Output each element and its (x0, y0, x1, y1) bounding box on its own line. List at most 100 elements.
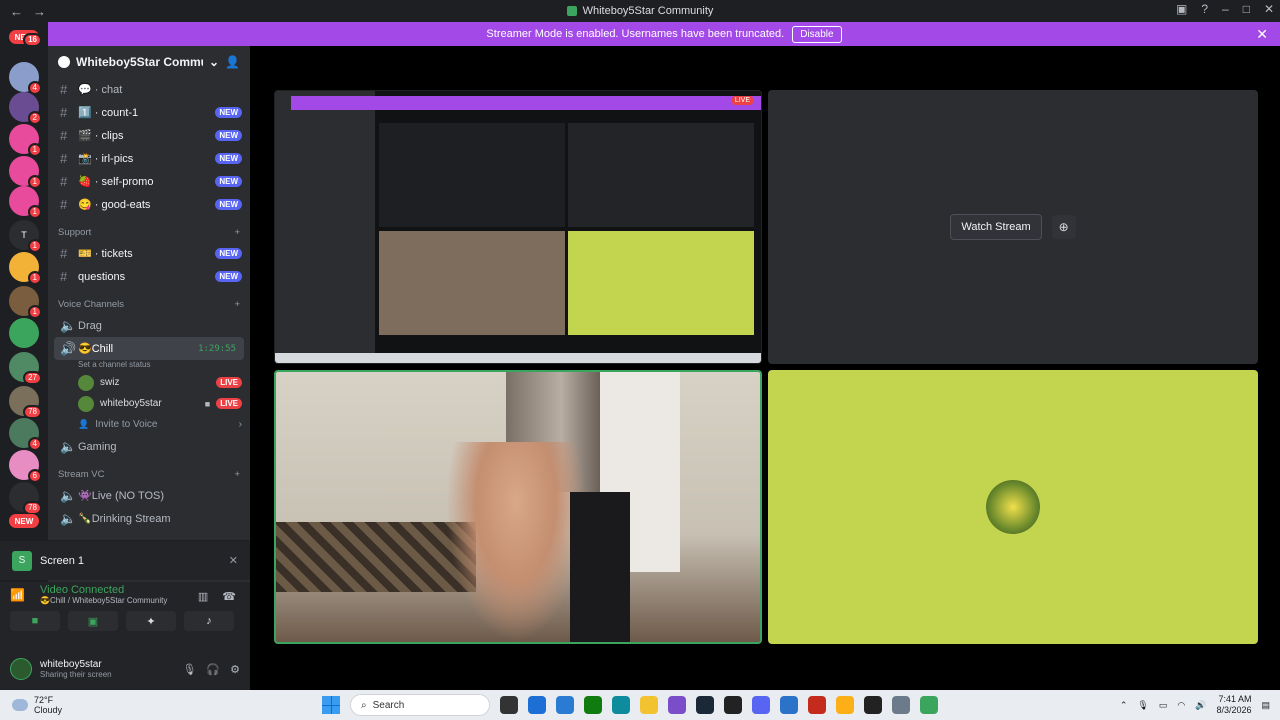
display-icon[interactable]: ▭ (1159, 700, 1168, 711)
account-name[interactable]: whiteboy5star (40, 659, 112, 670)
chevron-right-icon: › (238, 419, 242, 430)
server-icon[interactable]: 4 (9, 418, 42, 451)
voice-channel-gaming[interactable]: 🔈 Gaming (48, 435, 250, 458)
channel-status[interactable]: Set a channel status (48, 360, 250, 372)
volume-icon[interactable]: 🔊 (1195, 700, 1206, 711)
server-icon[interactable]: 27 (9, 352, 42, 385)
close-screen-icon[interactable]: ✕ (229, 554, 238, 567)
channel-good-eats[interactable]: # 😋 · good-eats NEW (48, 193, 250, 216)
add-channel-icon[interactable]: + (234, 299, 240, 310)
screen-share-button[interactable]: ▣ (68, 611, 118, 631)
close-banner-icon[interactable]: ✕ (1256, 26, 1268, 43)
steam-icon[interactable] (696, 696, 714, 714)
avatar-tile[interactable] (768, 370, 1258, 644)
mention-badge: 1 (27, 205, 42, 219)
watch-stream-tile: Watch Stream ⊕ (768, 90, 1258, 364)
taskbar-search[interactable]: ⌕ Search (350, 694, 490, 716)
close-button[interactable]: ✕ (1264, 2, 1274, 16)
channel-tickets[interactable]: # 🎫 · tickets NEW (48, 242, 250, 265)
category-support[interactable]: Support + (48, 222, 250, 242)
screen-share-tile[interactable]: LIVE (274, 90, 762, 364)
popout-icon[interactable]: ⊕ (1051, 215, 1076, 239)
app-icon[interactable] (920, 696, 938, 714)
voice-user[interactable]: swiz LIVE (48, 372, 250, 393)
server-icon[interactable]: 1 (9, 156, 42, 189)
file-explorer-icon[interactable] (640, 696, 658, 714)
mention-badge: 16 (23, 33, 42, 47)
server-icon[interactable]: NEW (9, 514, 39, 528)
edge-icon[interactable] (612, 696, 630, 714)
rockstar-icon[interactable] (836, 696, 854, 714)
server-icon[interactable]: NEW16 (9, 30, 42, 47)
voice-channel-chill[interactable]: 🔊 😎Chill 1:29:55 (54, 337, 244, 360)
settings-icon[interactable] (892, 696, 910, 714)
channel-name-text: clips (101, 130, 124, 142)
notifications-icon[interactable]: ▤ (1261, 700, 1270, 711)
microphone-tray-icon[interactable]: 🎙 (1137, 700, 1148, 711)
app-icon[interactable] (668, 696, 686, 714)
maximize-button[interactable]: □ (1243, 2, 1250, 16)
hash-icon: # (60, 246, 68, 261)
chevron-up-icon[interactable]: ⌃ (1120, 700, 1128, 711)
guild-header[interactable]: Whiteboy5Star Communi... ⌄ 👤 (48, 46, 250, 78)
wifi-icon[interactable]: ◠ (1177, 700, 1185, 711)
invite-to-voice[interactable]: 👤 Invite to Voice › (48, 414, 250, 435)
voice-channel-drag[interactable]: 🔈 Drag (48, 314, 250, 337)
camera-button[interactable]: ■ (10, 611, 60, 631)
headphones-icon[interactable]: 🎧 (206, 663, 220, 676)
server-icon[interactable]: 2 (9, 92, 42, 125)
voice-buttons: ■ ▣ ✦ ♪ (10, 611, 240, 631)
server-icon[interactable]: 78 (9, 386, 42, 419)
minimize-button[interactable]: – (1222, 2, 1229, 16)
channel-questions[interactable]: # questions NEW (48, 265, 250, 288)
server-icon[interactable]: 4 (9, 62, 42, 95)
server-icon[interactable] (9, 318, 39, 348)
server-icon[interactable]: T1 (9, 220, 42, 253)
add-member-icon[interactable]: 👤 (225, 55, 240, 69)
activities-button[interactable]: ✦ (126, 611, 176, 631)
disable-button[interactable]: Disable (792, 25, 842, 43)
add-channel-icon[interactable]: + (234, 227, 240, 238)
inbox-icon[interactable]: ▣ (1176, 2, 1187, 16)
app-icon[interactable] (528, 696, 546, 714)
noise-suppression-icon[interactable]: ▥ (198, 590, 208, 603)
server-icon[interactable]: 1 (9, 186, 42, 219)
channel-clips[interactable]: # 🎬 · clips NEW (48, 124, 250, 147)
avatar[interactable] (10, 658, 32, 680)
weather-widget[interactable]: 72°F Cloudy (12, 695, 62, 715)
server-icon[interactable]: 6 (9, 450, 42, 483)
clock[interactable]: 7:41 AM 8/3/2026 (1216, 694, 1251, 716)
channel-count-1[interactable]: #1️⃣ · count-1 NEW (48, 101, 250, 124)
category-stream-vc[interactable]: Stream VC + (48, 464, 250, 484)
help-icon[interactable]: ? (1201, 2, 1208, 16)
channel-chat[interactable]: # 💬 · chat (48, 78, 250, 101)
server-icon[interactable]: 1 (9, 252, 42, 285)
add-channel-icon[interactable]: + (234, 469, 240, 480)
task-view-icon[interactable] (500, 696, 518, 714)
watch-stream-button[interactable]: Watch Stream (950, 214, 1042, 240)
channel-self-promo[interactable]: # 🍓 · self-promo NEW (48, 170, 250, 193)
voice-channel-live[interactable]: 🔈 👾Live (NO TOS) (48, 484, 250, 507)
server-icon[interactable]: 1 (9, 286, 42, 319)
start-button[interactable] (322, 696, 340, 714)
settings-gear-icon[interactable]: ⚙ (230, 663, 240, 676)
app-icon[interactable] (864, 696, 882, 714)
xbox-icon[interactable] (584, 696, 602, 714)
category-voice[interactable]: Voice Channels + (48, 294, 250, 314)
store-icon[interactable] (556, 696, 574, 714)
voice-user[interactable]: whiteboy5star ■ LIVE (48, 393, 250, 414)
disconnect-icon[interactable]: ☎ (222, 590, 236, 603)
category-label: Stream VC (58, 468, 105, 480)
epic-games-icon[interactable] (724, 696, 742, 714)
app-icon[interactable] (808, 696, 826, 714)
server-icon[interactable]: 78 (9, 482, 42, 515)
channel-irl-pics[interactable]: # 📸 · irl-pics NEW (48, 147, 250, 170)
voice-channel-drinking[interactable]: 🔈 🍾Drinking Stream (48, 507, 250, 530)
microphone-icon[interactable]: 🎙 (182, 663, 196, 676)
discord-icon[interactable] (752, 696, 770, 714)
soundboard-button[interactable]: ♪ (184, 611, 234, 631)
app-icon[interactable] (780, 696, 798, 714)
webcam-tile[interactable] (274, 370, 762, 644)
guild-icon (58, 56, 70, 68)
server-icon[interactable]: 1 (9, 124, 42, 157)
